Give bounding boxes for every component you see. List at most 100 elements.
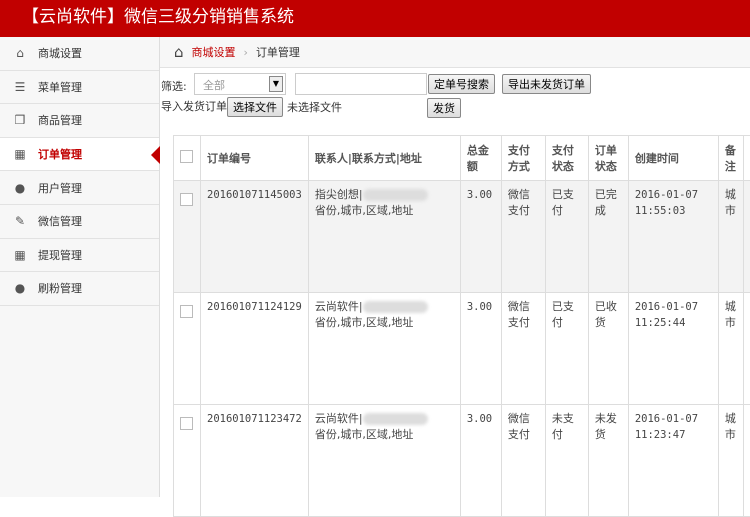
amount: 3.00 bbox=[460, 405, 501, 517]
created-date: 2016-01-07 bbox=[635, 301, 698, 313]
sidebar-item-label: 商城设置 bbox=[38, 45, 82, 61]
home-icon: ⌂ bbox=[174, 43, 184, 61]
contact-cell: 云尚软件| 省份,城市,区域,地址 bbox=[308, 405, 460, 517]
import-label: 导入发货订单 bbox=[161, 98, 227, 114]
sidebar-item-1[interactable]: ☰ 菜单管理 bbox=[0, 71, 159, 105]
gift-icon: ❒ bbox=[12, 113, 28, 127]
column-header: 总金额 bbox=[460, 136, 501, 181]
redacted-phone bbox=[363, 301, 428, 313]
status-filter-select[interactable]: 全部 ▼ bbox=[194, 73, 286, 95]
order-status: 已收货 bbox=[588, 293, 628, 405]
sidebar-item-label: 订单管理 bbox=[38, 146, 82, 162]
breadcrumb-separator: › bbox=[244, 46, 248, 59]
breadcrumb-current: 订单管理 bbox=[256, 44, 300, 60]
sidebar-item-7[interactable]: ● 刷粉管理 bbox=[0, 272, 159, 306]
column-header-partial bbox=[743, 136, 750, 181]
table-row: 201601071124129 云尚软件|省份,城市,区域,地址 3.00 微信… bbox=[174, 293, 750, 405]
row-select-cell bbox=[174, 293, 201, 405]
row-select-cell bbox=[174, 181, 201, 293]
amount: 3.00 bbox=[460, 181, 501, 293]
order-id: 201601071145003 bbox=[201, 181, 309, 293]
select-value: 全部 bbox=[203, 79, 225, 92]
sidebar: ⌂ 商城设置 ☰ 菜单管理 ❒ 商品管理 ▦ 订单管理 ●用户管理 ✎ 微信管理 ▦ 提现管理 ● 刷粉管理 bbox=[0, 37, 160, 497]
sidebar-item-6[interactable]: ▦ 提现管理 bbox=[0, 239, 159, 273]
select-all-header bbox=[174, 136, 201, 181]
users-icon: ● bbox=[12, 281, 28, 295]
contact-name: 指尖创想| bbox=[315, 188, 363, 201]
address: 省份,城市,区域,地址 bbox=[315, 316, 414, 329]
contact-name: 云尚软件| bbox=[315, 300, 363, 313]
main-content: ⌂ 商城设置 › 订单管理 筛选: 全部 ▼ 定单号搜索 导出未发货订单 导入发货… bbox=[160, 37, 750, 497]
sidebar-item-5[interactable]: ✎ 微信管理 bbox=[0, 205, 159, 239]
column-header: 创建时间 bbox=[628, 136, 718, 181]
sidebar-item-label: 菜单管理 bbox=[38, 79, 82, 95]
orders-table: 订单编号联系人|联系方式|地址总金额支付方式支付状态订单状态创建时间备注 201… bbox=[173, 135, 750, 517]
column-header: 订单编号 bbox=[201, 136, 309, 181]
row-checkbox[interactable] bbox=[180, 417, 193, 430]
sidebar-item-3[interactable]: ▦ 订单管理 bbox=[0, 138, 159, 172]
column-header: 支付状态 bbox=[545, 136, 588, 181]
select-all-checkbox[interactable] bbox=[180, 150, 193, 163]
edit-icon: ✎ bbox=[12, 214, 28, 228]
contact-name: 云尚软件| bbox=[315, 412, 363, 425]
sidebar-item-label: 商品管理 bbox=[38, 112, 82, 128]
row-checkbox[interactable] bbox=[180, 193, 193, 206]
order-number-input[interactable] bbox=[295, 73, 427, 95]
created-time: 2016-01-07 11:55:03 bbox=[628, 181, 718, 293]
created-date: 2016-01-07 bbox=[635, 189, 698, 201]
row-checkbox[interactable] bbox=[180, 305, 193, 318]
action-cell bbox=[743, 181, 750, 293]
row-select-cell bbox=[174, 405, 201, 517]
breadcrumb-home-link[interactable]: 商城设置 bbox=[192, 44, 236, 60]
home-icon: ⌂ bbox=[12, 46, 28, 60]
sidebar-item-label: 微信管理 bbox=[38, 213, 82, 229]
created-clock: 11:23:47 bbox=[635, 429, 686, 441]
calendar-icon: ▦ bbox=[12, 147, 28, 161]
created-date: 2016-01-07 bbox=[635, 413, 698, 425]
ship-button[interactable]: 发货 bbox=[427, 98, 461, 118]
chevron-down-icon[interactable]: ▼ bbox=[269, 76, 283, 92]
pay-status: 未支付 bbox=[545, 405, 588, 517]
order-status: 未发货 bbox=[588, 405, 628, 517]
sidebar-item-label: 提现管理 bbox=[38, 247, 82, 263]
column-header: 备注 bbox=[718, 136, 743, 181]
order-id: 201601071123472 bbox=[201, 405, 309, 517]
app-header: 【云尚软件】微信三级分销销售系统 bbox=[0, 0, 750, 37]
sidebar-item-label: 用户管理 bbox=[38, 180, 82, 196]
address: 省份,城市,区域,地址 bbox=[315, 428, 414, 441]
export-unshipped-button[interactable]: 导出未发货订单 bbox=[502, 74, 591, 94]
pay-method: 微信支付 bbox=[501, 293, 545, 405]
table-row: 201601071123472 云尚软件| 省份,城市,区域,地址 3.00 微信… bbox=[174, 405, 750, 517]
amount: 3.00 bbox=[460, 293, 501, 405]
note: 城市 bbox=[718, 181, 743, 293]
sidebar-item-2[interactable]: ❒ 商品管理 bbox=[0, 104, 159, 138]
list-icon: ☰ bbox=[12, 80, 28, 94]
pay-method: 微信支付 bbox=[501, 405, 545, 517]
redacted-phone bbox=[363, 189, 428, 201]
column-header: 支付方式 bbox=[501, 136, 545, 181]
breadcrumb: ⌂ 商城设置 › 订单管理 bbox=[160, 37, 750, 68]
sidebar-item-4[interactable]: ●用户管理 bbox=[0, 171, 159, 205]
sidebar-item-label: 刷粉管理 bbox=[38, 280, 82, 296]
created-time: 2016-01-07 11:23:47 bbox=[628, 405, 718, 517]
note: 城市 bbox=[718, 405, 743, 517]
address: 省份,城市,区域,地址 bbox=[315, 204, 414, 217]
redacted-phone bbox=[363, 413, 428, 425]
column-header: 联系人|联系方式|地址 bbox=[308, 136, 460, 181]
order-status: 已完成 bbox=[588, 181, 628, 293]
created-clock: 11:55:03 bbox=[635, 205, 686, 217]
calendar-icon: ▦ bbox=[12, 248, 28, 262]
pay-status: 已支付 bbox=[545, 293, 588, 405]
contact-cell: 云尚软件| 省份,城市,区域,地址 bbox=[308, 293, 460, 405]
contact-cell: 指尖创想| 省份,城市,区域,地址 bbox=[308, 181, 460, 293]
choose-file-button[interactable]: 选择文件 bbox=[227, 97, 283, 117]
table-row: 201601071145003 指尖创想| 省份,城市,区域,地址 3.00 微信… bbox=[174, 181, 750, 293]
search-order-button[interactable]: 定单号搜索 bbox=[428, 74, 495, 94]
created-clock: 11:25:44 bbox=[635, 317, 686, 329]
sidebar-item-0[interactable]: ⌂ 商城设置 bbox=[0, 37, 159, 71]
pay-method: 微信支付 bbox=[501, 181, 545, 293]
note: 城市 bbox=[718, 293, 743, 405]
action-cell bbox=[743, 405, 750, 517]
filter-label: 筛选: bbox=[161, 78, 187, 94]
created-time: 2016-01-07 11:25:44 bbox=[628, 293, 718, 405]
